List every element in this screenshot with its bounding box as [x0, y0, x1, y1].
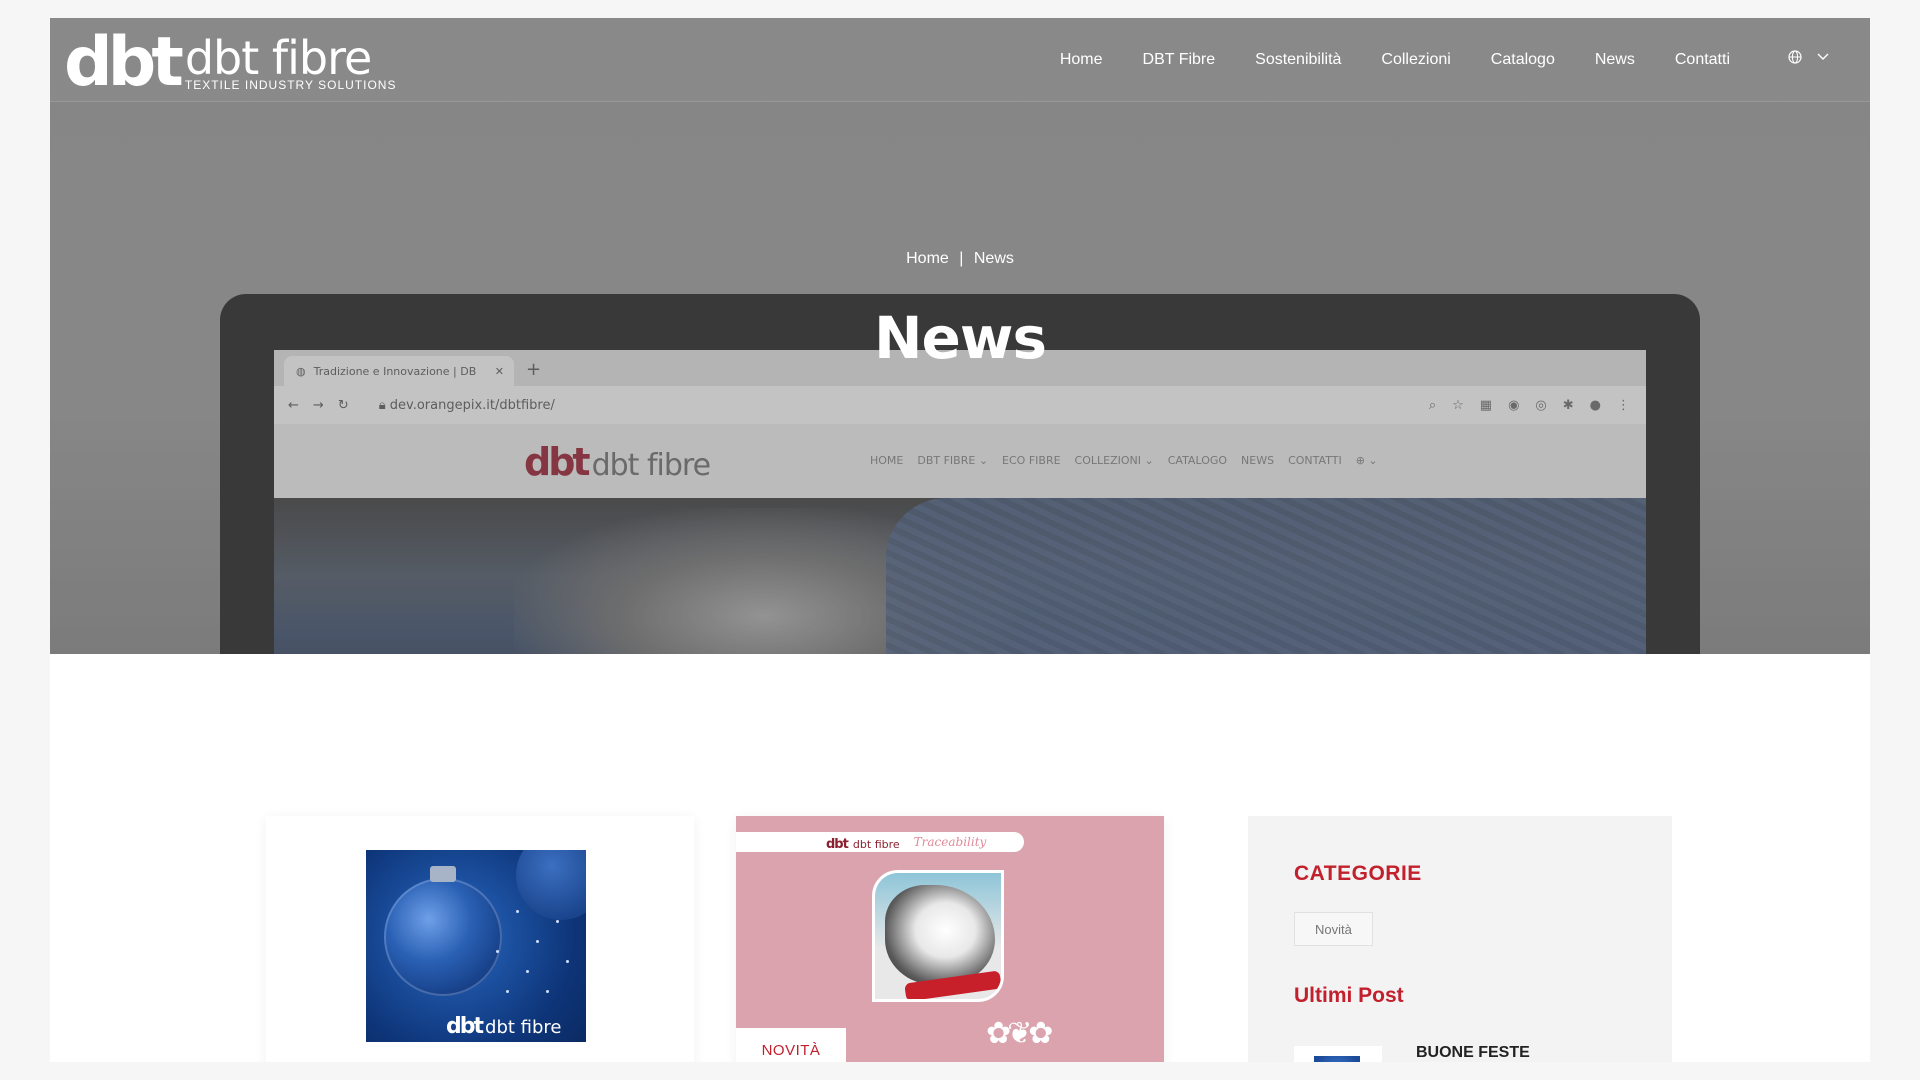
mockup-logo-word: dbt fibre	[591, 448, 711, 483]
sidebar: CATEGORIE Novità Ultimi Post BUONE FESTE	[1248, 816, 1672, 1062]
mockup-site-header: dbt dbt fibre HOME DBT FIBRE ⌄ ECO FIBRE…	[274, 424, 1646, 498]
post-logo-word: dbt fibre	[852, 837, 900, 851]
site-logo[interactable]: dbt dbt fibre TEXTILE INDUSTRY SOLUTIONS	[64, 23, 397, 102]
post-image-caption: Traceability	[913, 835, 987, 849]
more-icon: ⋮	[1617, 397, 1630, 413]
chevron-down-icon	[1817, 53, 1829, 60]
latest-posts-heading: Ultimi Post	[1294, 984, 1404, 1007]
categories-heading: CATEGORIE	[1294, 862, 1422, 885]
category-tag[interactable]: Novità	[1294, 912, 1373, 946]
language-switcher[interactable]	[1788, 50, 1830, 64]
extension-icon: ◎	[1535, 397, 1547, 413]
main-nav: Home DBT Fibre Sostenibilità Collezioni …	[1020, 18, 1730, 102]
mockup-nav-item: ⊕ ⌄	[1355, 454, 1378, 467]
post-image[interactable]: dbt dbt fibre	[366, 850, 586, 1042]
page: ◍ Tradizione e Innovazione | DB ✕ + ← → …	[50, 18, 1870, 1062]
nav-collezioni[interactable]: Collezioni	[1381, 51, 1450, 69]
post-logo-mark: dbt	[826, 836, 849, 852]
mockup-nav-item: COLLEZIONI ⌄	[1074, 454, 1154, 467]
lock-icon: 🔒︎	[378, 397, 386, 413]
category-badge[interactable]: NOVITÀ	[736, 1028, 846, 1062]
nav-home[interactable]: Home	[1060, 51, 1103, 69]
post-image-logo: dbt dbt fibre	[826, 833, 900, 852]
mockup-nav-item: DBT FIBRE ⌄	[917, 454, 989, 467]
logo-tagline: TEXTILE INDUSTRY SOLUTIONS	[184, 78, 397, 92]
url-text: dev.orangepix.it/dbtfibre/	[389, 397, 555, 413]
denim-image	[886, 498, 1646, 654]
breadcrumb-current: News	[973, 250, 1014, 267]
mockup-site-logo: dbt dbt fibre	[524, 440, 711, 484]
ornament-image	[516, 850, 586, 920]
globe-icon	[1788, 50, 1802, 64]
ornament-image	[1314, 1056, 1360, 1062]
browser-url: 🔒︎ dev.orangepix.it/dbtfibre/	[379, 398, 555, 413]
post-image-banner: dbt dbt fibre Traceability	[736, 832, 1024, 852]
site-header: dbt dbt fibre TEXTILE INDUSTRY SOLUTIONS…	[50, 18, 1870, 102]
post-logo-mark: dbt	[446, 1014, 484, 1039]
mockup-logo-mark: dbt	[524, 440, 591, 484]
breadcrumb-home[interactable]: Home	[906, 250, 949, 267]
latest-post-thumbnail[interactable]	[1294, 1046, 1382, 1062]
mockup-site-nav: HOME DBT FIBRE ⌄ ECO FIBRE COLLEZIONI ⌄ …	[870, 454, 1378, 467]
flower-icon: ✿❦✿	[986, 1016, 1053, 1051]
forward-arrow-icon: →	[312, 397, 324, 413]
star-icon: ☆	[1452, 397, 1464, 413]
post-card[interactable]: dbt dbt fibre	[266, 816, 694, 1062]
breadcrumb-separator: |	[959, 250, 964, 267]
breadcrumb: Home | News	[50, 250, 1870, 268]
fibre-photo	[872, 870, 1004, 1002]
puzzle-icon: ✱	[1562, 397, 1574, 413]
post-logo-word: dbt fibre	[485, 1017, 562, 1038]
browser-tools: ⌕ ☆ ▦ ◉ ◎ ✱ ● ⋮	[1429, 398, 1630, 413]
mockup-nav-item: ECO FIBRE	[1002, 454, 1061, 467]
post-image-logo: dbt dbt fibre	[446, 1014, 562, 1039]
mockup-site-hero-image	[274, 498, 1646, 654]
logo-text: dbt fibre TEXTILE INDUSTRY SOLUTIONS	[184, 31, 397, 92]
nav-news[interactable]: News	[1595, 51, 1635, 69]
back-arrow-icon: ←	[288, 397, 299, 413]
search-icon: ⌕	[1428, 397, 1437, 413]
reload-icon: ↻	[337, 397, 349, 413]
browser-urlbar: ← → ↻ 🔒︎ dev.orangepix.it/dbtfibre/ ⌕ ☆ …	[274, 386, 1646, 424]
nav-contatti[interactable]: Contatti	[1675, 51, 1730, 69]
extension-icon: ◉	[1508, 397, 1520, 413]
post-image[interactable]: dbt dbt fibre Traceability ✿❦✿ NOVITÀ	[736, 816, 1164, 1062]
mockup-nav-item: CATALOGO	[1167, 454, 1228, 467]
profile-icon: ●	[1589, 397, 1601, 413]
extension-icon: ▦	[1479, 397, 1493, 413]
logo-word: dbt fibre	[184, 31, 372, 85]
post-card[interactable]: dbt dbt fibre Traceability ✿❦✿ NOVITÀ	[736, 816, 1164, 1062]
latest-post-title[interactable]: BUONE FESTE	[1416, 1044, 1530, 1062]
ornament-cap	[430, 866, 456, 882]
mockup-nav-item: NEWS	[1241, 454, 1275, 467]
logo-mark: dbt	[64, 23, 184, 102]
laptop-screen: ◍ Tradizione e Innovazione | DB ✕ + ← → …	[274, 350, 1646, 654]
mockup-nav-item: HOME	[870, 454, 904, 467]
page-title: News	[874, 304, 1047, 372]
ornament-image	[384, 878, 502, 996]
nav-catalogo[interactable]: Catalogo	[1491, 51, 1555, 69]
hero-section: ◍ Tradizione e Innovazione | DB ✕ + ← → …	[50, 18, 1870, 654]
nav-sostenibilita[interactable]: Sostenibilità	[1255, 51, 1341, 69]
mockup-nav-item: CONTATTI	[1288, 454, 1342, 467]
nav-dbt-fibre[interactable]: DBT Fibre	[1143, 51, 1216, 69]
news-content: dbt dbt fibre dbt dbt fibre Traceability	[50, 654, 1870, 1062]
